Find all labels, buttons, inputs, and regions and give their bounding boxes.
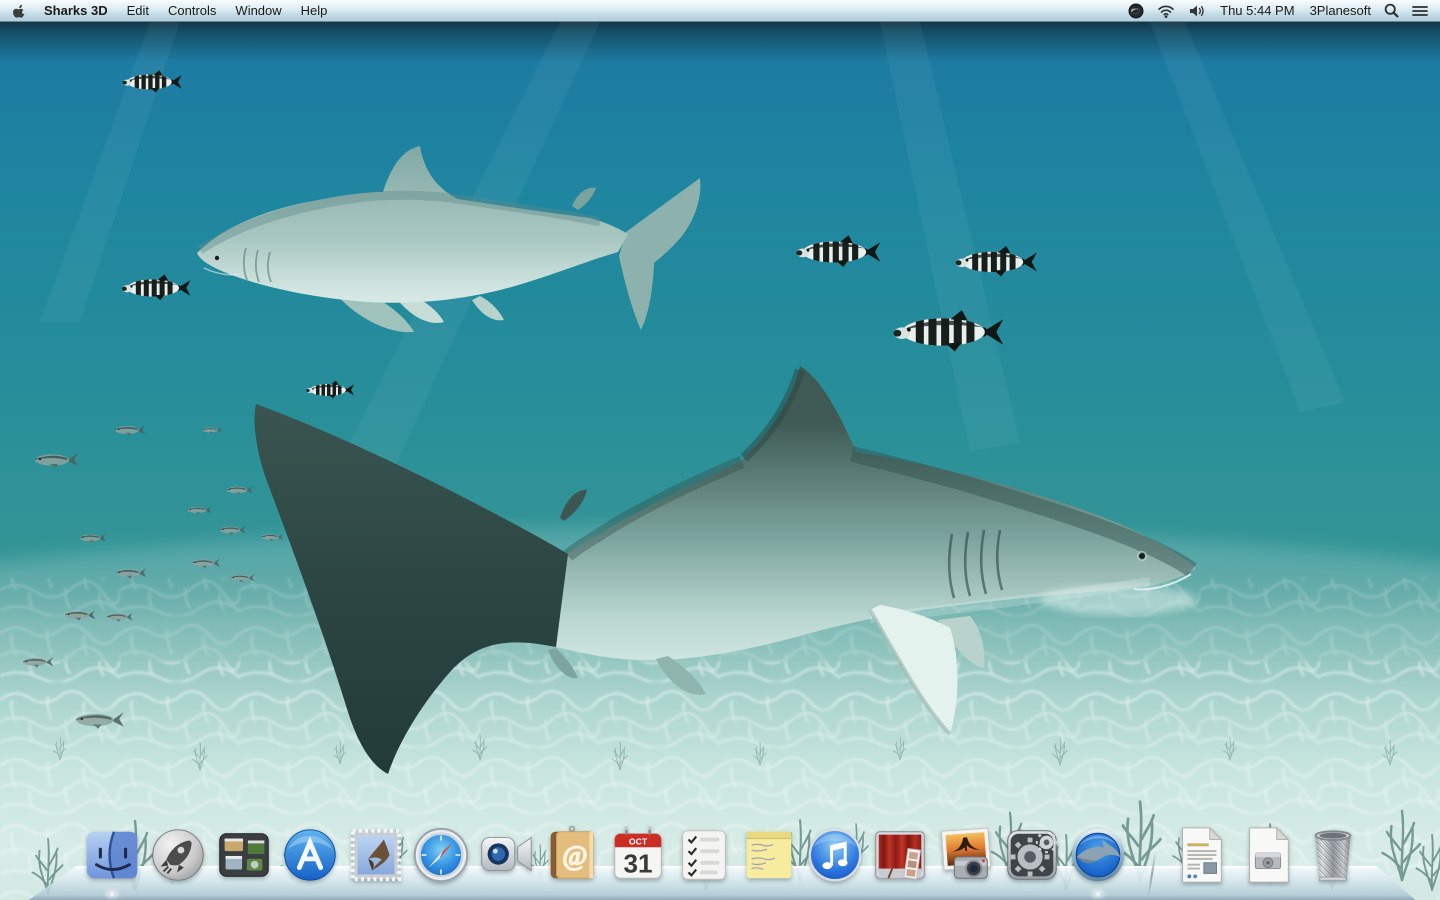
menu-bar-right-icons xyxy=(1371,3,1428,18)
menu-item-help[interactable]: Help xyxy=(301,3,328,18)
volume-icon[interactable] xyxy=(1188,4,1206,18)
status-icons xyxy=(1115,3,1206,19)
dock-item-safari[interactable] xyxy=(410,824,472,886)
dock-item-reminders[interactable] xyxy=(673,824,735,886)
menu-bar-user[interactable]: 3Planesoft xyxy=(1310,3,1371,18)
dock-item-sharks-3d[interactable] xyxy=(1067,824,1129,886)
dock-item-contacts[interactable]: @ xyxy=(541,824,603,886)
menu-item-edit[interactable]: Edit xyxy=(127,3,149,18)
app-menu-title[interactable]: Sharks 3D xyxy=(44,3,108,18)
dock-item-iphoto[interactable] xyxy=(935,824,997,886)
menu-item-window[interactable]: Window xyxy=(235,3,281,18)
running-indicator-sharks-3d xyxy=(1093,892,1103,896)
svg-text:OCT: OCT xyxy=(629,836,648,846)
dock-item-mail[interactable] xyxy=(345,824,407,886)
running-indicator-finder xyxy=(107,892,117,896)
menu-bar-clock[interactable]: Thu 5:44 PM xyxy=(1220,3,1294,18)
dock: @ OCT 31 xyxy=(0,814,1440,900)
dock-item-launchpad[interactable] xyxy=(147,824,209,886)
apple-logo-icon[interactable] xyxy=(12,2,27,19)
svg-text:31: 31 xyxy=(623,848,652,878)
dock-item-trash[interactable] xyxy=(1302,824,1364,886)
underwater-scene xyxy=(0,22,1440,900)
dock-item-document-disk[interactable] xyxy=(1236,824,1298,886)
spotlight-icon[interactable] xyxy=(1384,3,1399,18)
menu-bar-right: Thu 5:44 PM 3Planesoft xyxy=(1115,0,1428,21)
dock-item-itunes[interactable] xyxy=(804,824,866,886)
dock-item-system-preferences[interactable] xyxy=(1001,824,1063,886)
wifi-icon[interactable] xyxy=(1157,4,1175,18)
menu-bar-left: Sharks 3D Edit Controls Window Help xyxy=(12,0,1115,21)
dock-item-app-store[interactable] xyxy=(279,824,341,886)
menu-items: Edit Controls Window Help xyxy=(127,3,347,18)
dock-item-photo-booth[interactable] xyxy=(869,824,931,886)
dock-item-notes[interactable] xyxy=(738,824,800,886)
desktop: Sharks 3D Edit Controls Window Help Thu 5:4… xyxy=(0,0,1440,900)
dock-item-document-text[interactable] xyxy=(1169,824,1231,886)
menu-item-controls[interactable]: Controls xyxy=(168,3,216,18)
sharks3d-status-icon[interactable] xyxy=(1128,3,1144,19)
svg-text:@: @ xyxy=(562,841,587,871)
dock-item-mission-control[interactable] xyxy=(213,824,275,886)
dock-item-facetime[interactable] xyxy=(475,824,537,886)
dock-item-finder[interactable] xyxy=(81,824,143,886)
dock-item-calendar[interactable]: OCT 31 xyxy=(607,824,669,886)
menu-bar: Sharks 3D Edit Controls Window Help Thu 5:4… xyxy=(0,0,1440,22)
notification-center-icon[interactable] xyxy=(1412,5,1428,17)
